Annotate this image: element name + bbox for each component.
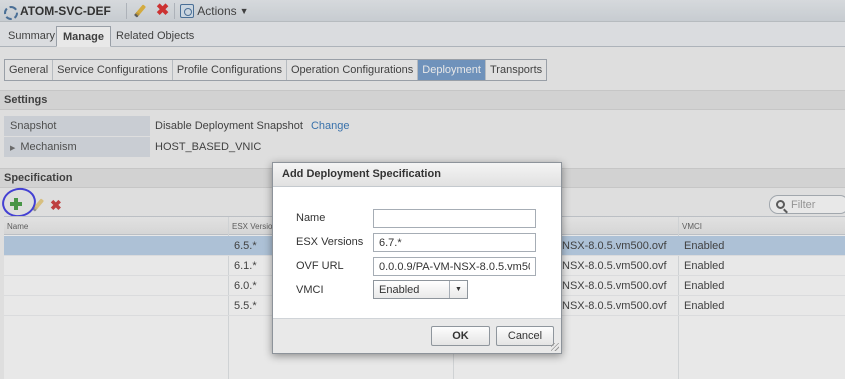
chevron-down-icon[interactable]: ▼ [449, 281, 467, 298]
vmci-label: VMCI [296, 284, 324, 296]
ok-button[interactable]: OK [431, 326, 490, 346]
name-label: Name [296, 212, 326, 224]
ovf-url-field[interactable] [373, 257, 536, 276]
name-field[interactable] [373, 209, 536, 228]
vmci-selected-value: Enabled [379, 283, 420, 296]
vmci-select[interactable]: Enabled ▼ [373, 280, 468, 299]
dialog-footer: OK Cancel [273, 318, 561, 353]
esx-versions-label: ESX Versions [296, 236, 364, 248]
ovf-url-label: OVF URL [296, 260, 344, 272]
resize-grip-icon[interactable] [551, 343, 559, 351]
esx-versions-field[interactable] [373, 233, 536, 252]
dialog-title: Add Deployment Specification [273, 163, 561, 187]
add-deployment-specification-dialog: Add Deployment Specification Name ESX Ve… [272, 162, 562, 354]
cancel-button[interactable]: Cancel [496, 326, 554, 346]
